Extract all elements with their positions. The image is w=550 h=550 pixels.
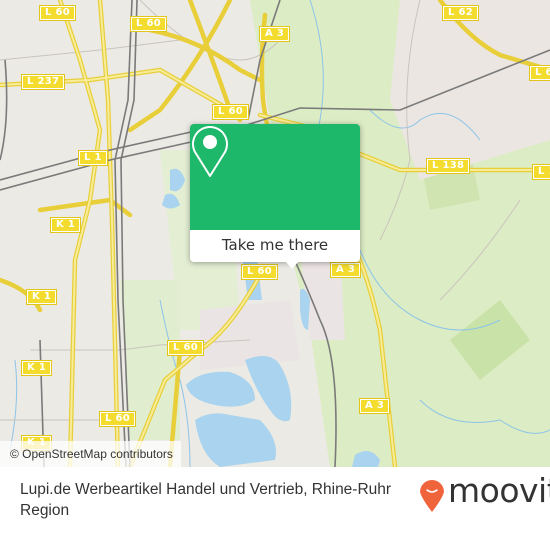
take-me-there-button[interactable]: Take me there: [190, 230, 360, 262]
place-title: Lupi.de Werbeartikel Handel und Vertrieb…: [20, 481, 392, 519]
road-label: K 1: [49, 217, 82, 233]
road-label: L 60: [167, 340, 204, 356]
road-label: A 3: [358, 398, 391, 414]
road-label: L 60: [241, 264, 278, 280]
road-label: K 1: [25, 289, 58, 305]
road-label: L 1: [532, 164, 550, 180]
road-label: A 3: [329, 262, 362, 278]
location-popup: Take me there: [190, 124, 360, 269]
road-label: L 1: [78, 150, 108, 166]
moovit-wordmark: moovit: [448, 471, 550, 510]
road-label: A 3: [258, 26, 291, 42]
map-pin-icon: [192, 126, 228, 177]
footer: Lupi.de Werbeartikel Handel und Vertrieb…: [0, 467, 550, 550]
map[interactable]: L 60 L 60 A 3 L 62 L 62 L 237 L 60 L 138…: [0, 0, 550, 467]
road-label: L 60: [130, 16, 167, 32]
road-label: L 138: [425, 158, 471, 174]
popup-pointer: [285, 261, 299, 269]
road-label: L 60: [212, 104, 249, 120]
road-label: L 237: [20, 74, 66, 90]
road-label: L 62: [529, 65, 550, 81]
moovit-pin-icon: [420, 480, 444, 512]
road-label: K 1: [20, 360, 53, 376]
popup-header: [190, 124, 360, 230]
map-attribution[interactable]: © OpenStreetMap contributors: [0, 441, 181, 467]
road-label: L 62: [442, 5, 479, 21]
road-label: L 60: [39, 5, 76, 21]
road-label: L 60: [99, 411, 136, 427]
